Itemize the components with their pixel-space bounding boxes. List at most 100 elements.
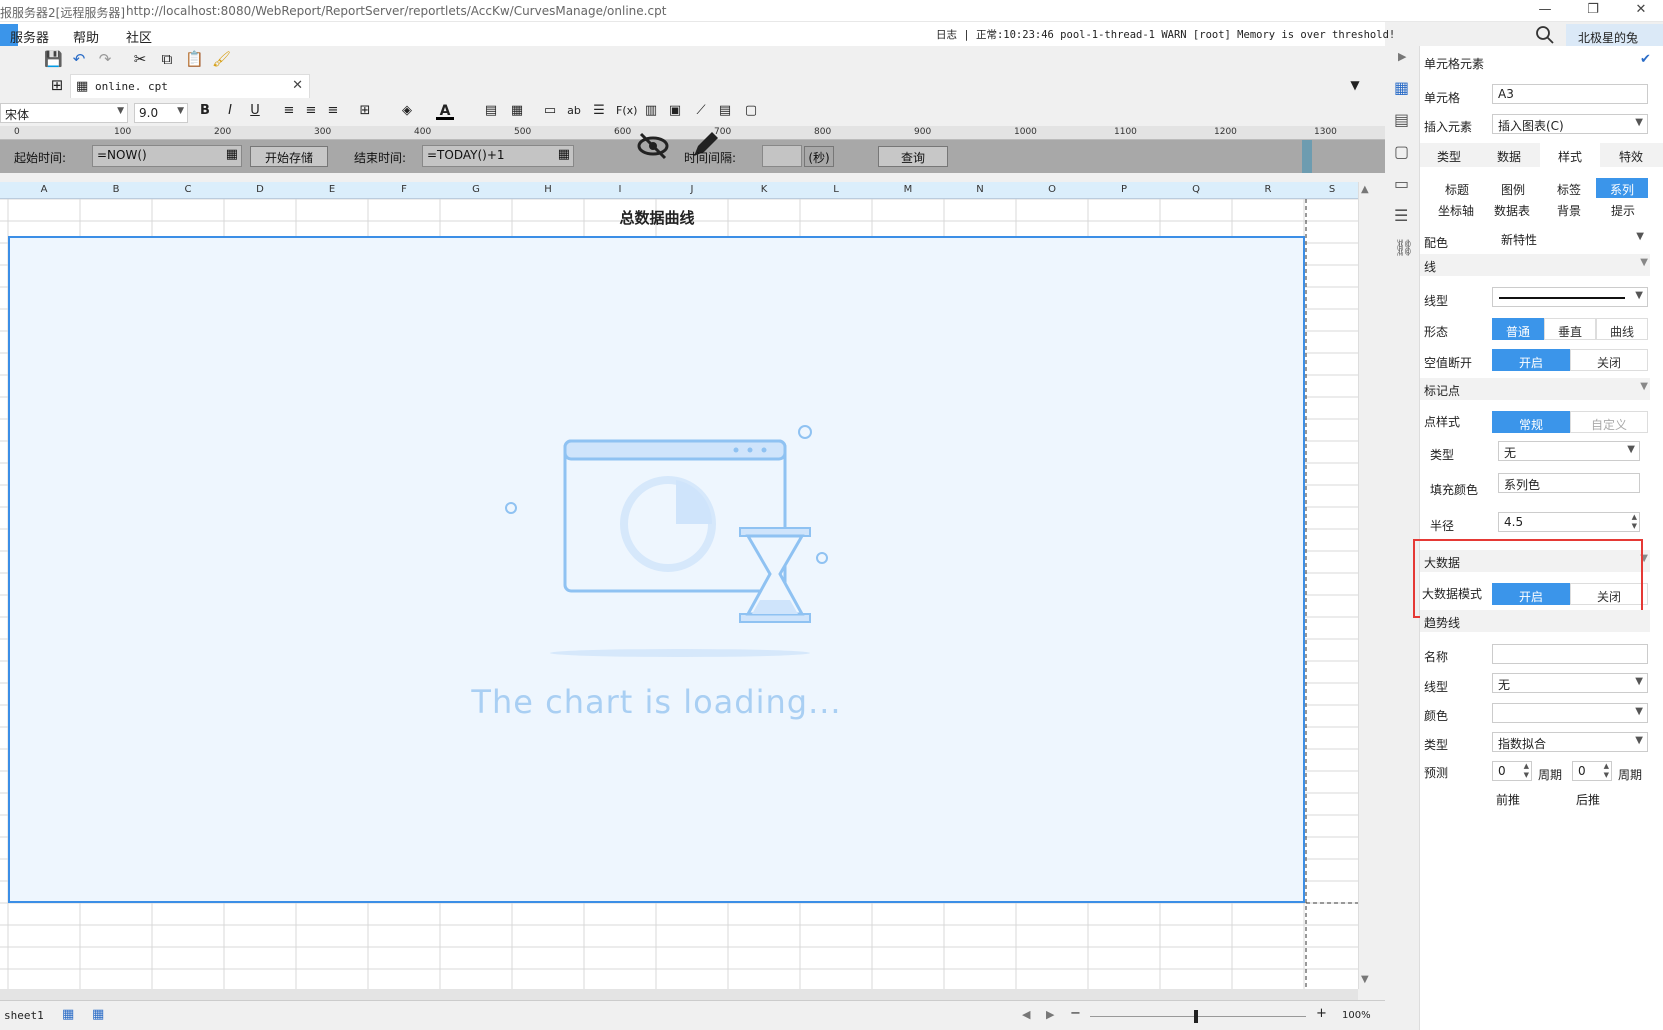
search-icon[interactable] [1534,24,1556,46]
column-header-f[interactable]: F [368,184,440,195]
underline-icon[interactable]: U [246,102,264,120]
widget-settings-icon[interactable]: ▭ [1394,174,1409,193]
column-header-m[interactable]: M [872,184,944,195]
align-center-icon[interactable]: ≡ [302,102,320,120]
column-header-l[interactable]: L [800,184,872,195]
zoom-out-icon[interactable]: − [1070,1006,1081,1021]
zoom-in-icon[interactable]: + [1316,1006,1327,1021]
paste-icon[interactable]: 📋 [185,50,204,68]
trendline-section[interactable]: 趋势线 [1420,610,1650,632]
column-header-i[interactable]: I [584,184,656,195]
font-color-icon[interactable]: A [436,102,454,120]
null-break-on[interactable]: 开启 [1492,349,1570,371]
bold-icon[interactable]: B [196,102,214,120]
point-style-normal[interactable]: 常规 [1492,411,1570,433]
column-header-p[interactable]: P [1088,184,1160,195]
merge-cells-icon[interactable]: ▤ [482,102,500,120]
tab-menu-icon[interactable]: ▼ [1346,76,1364,94]
marker-section[interactable]: 标记点 ▼ [1420,378,1650,400]
tab-data[interactable]: 数据 [1480,143,1538,167]
border-icon[interactable]: ⊞ [356,102,374,120]
column-header-b[interactable]: B [80,184,152,195]
column-header-k[interactable]: K [728,184,800,195]
hyperlink-icon[interactable]: ⛓ [1394,238,1414,257]
sheet-tab[interactable]: sheet1 [4,1009,44,1022]
pin-icon[interactable]: ✔ [1640,52,1651,67]
stepper-icon[interactable]: ▲ ▼ [1604,762,1609,780]
cell-attribute-icon[interactable]: ▤ [1394,110,1409,129]
subtab-datasheet[interactable]: 数据表 [1484,199,1540,219]
cut-icon[interactable]: ✂ [131,50,149,68]
insert-chart-icon[interactable]: ▥ [642,102,660,120]
redo-icon[interactable]: ↷ [96,50,114,68]
end-time-input[interactable]: =TODAY()+1 ▦ [422,145,574,167]
cell-element-icon[interactable]: ▦ [1394,78,1409,97]
split-cells-icon[interactable]: ▦ [508,102,526,120]
italic-icon[interactable]: I [221,102,239,120]
close-tab-icon[interactable]: ✕ [292,78,303,93]
prev-sheet-icon[interactable]: ◀ [1022,1008,1030,1021]
column-header-o[interactable]: O [1016,184,1088,195]
null-break-off[interactable]: 关闭 [1570,349,1648,371]
condition-attr-icon[interactable]: ☰ [1394,206,1408,225]
calendar-icon[interactable]: ▦ [558,147,570,162]
slash-icon[interactable]: ⟋ [692,102,710,120]
column-header-h[interactable]: H [512,184,584,195]
tab-style[interactable]: 样式 [1540,143,1600,167]
insert-element-select[interactable]: 插入图表(C) ▼ [1492,114,1648,134]
zoom-slider-track[interactable] [1090,1016,1306,1017]
tab-effects[interactable]: 特效 [1602,143,1660,167]
log-status[interactable]: 日志 | 正常:10:23:46 pool-1-thread-1 WARN [r… [936,27,1395,42]
format-painter-icon[interactable]: 🖌 [212,50,231,68]
sub-report-icon[interactable]: ▤ [716,102,734,120]
column-header-d[interactable]: D [224,184,296,195]
linetype-select[interactable]: ▼ [1492,287,1648,307]
align-right-icon[interactable]: ≡ [324,102,342,120]
restore-icon[interactable]: ❐ [1578,2,1608,20]
subtab-label[interactable]: 标签 [1546,178,1592,198]
copy-icon[interactable]: ⧉ [158,50,176,68]
formula-icon[interactable]: F(x) [616,102,637,120]
font-size-select[interactable]: 9.0 ▼ [134,103,188,123]
query-button[interactable]: 查询 [878,146,948,167]
insert-row-icon[interactable]: ▭ [541,102,559,120]
subtab-series[interactable]: 系列 [1596,178,1648,198]
trend-type-select[interactable]: 指数拟合 ▼ [1492,732,1648,752]
interval-input[interactable] [762,145,802,167]
zoom-slider-thumb[interactable] [1194,1010,1198,1023]
text-icon[interactable]: ab [565,102,583,120]
add-polysheet-icon[interactable]: ▦ [92,1007,104,1022]
point-style-custom[interactable]: 自定义 [1570,411,1648,433]
add-sheet-icon[interactable]: ▦ [62,1007,74,1022]
cell-field[interactable]: A3 [1492,84,1648,104]
predict-back-input[interactable]: 0 ▲ ▼ [1572,761,1612,781]
user-button[interactable]: 北极星的兔 [1566,24,1663,48]
fill-color-select[interactable]: 系列色 [1498,473,1640,493]
column-header-s[interactable]: S [1306,184,1358,195]
start-time-input[interactable]: =NOW() ▦ [92,145,242,167]
trend-color-select[interactable]: ▼ [1492,703,1648,723]
collapse-panel-icon[interactable]: ▶ [1398,50,1406,63]
column-header-c[interactable]: C [152,184,224,195]
radius-input[interactable]: 4.5 ▲ ▼ [1498,512,1640,532]
column-header-n[interactable]: N [944,184,1016,195]
insert-image-icon[interactable]: ▣ [666,102,684,120]
more-border-icon[interactable]: ▢ [742,102,760,120]
menu-server[interactable]: 服务器 [10,27,49,46]
column-header-g[interactable]: G [440,184,512,195]
undo-icon[interactable]: ↶ [70,50,88,68]
close-window-icon[interactable]: ✕ [1626,2,1656,20]
next-sheet-icon[interactable]: ▶ [1046,1008,1054,1021]
trend-name-input[interactable] [1492,644,1648,664]
menu-community[interactable]: 社区 [126,27,152,46]
tab-online-cpt[interactable]: ▦ online. cpt ✕ [70,74,310,98]
save-icon[interactable]: 💾 [44,50,63,68]
hide-eye-icon[interactable] [635,130,671,162]
tab-type[interactable]: 类型 [1420,143,1478,167]
subtab-axis[interactable]: 坐标轴 [1428,199,1484,219]
scroll-down-icon[interactable]: ▼ [1361,974,1369,985]
column-header-e[interactable]: E [296,184,368,195]
new-report-icon[interactable]: ⊞ [48,76,66,94]
column-header-j[interactable]: J [656,184,728,195]
subtab-background[interactable]: 背景 [1546,199,1592,219]
